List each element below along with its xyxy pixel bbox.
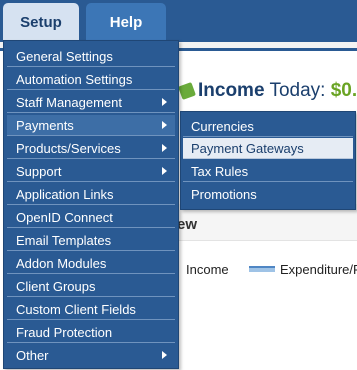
- menu-item-label: Other: [16, 348, 49, 363]
- menu-item-fraud-protection[interactable]: Fraud Protection: [7, 322, 175, 343]
- menu-item-label: OpenID Connect: [16, 209, 113, 225]
- submenu-item-payment-gateways[interactable]: Payment Gateways: [183, 138, 353, 159]
- menu-item-label: Staff Management: [16, 94, 122, 110]
- income-label: Income: [198, 80, 265, 101]
- chevron-right-icon: [162, 98, 167, 106]
- submenu-item-label: Tax Rules: [191, 163, 249, 179]
- menu-item-application-links[interactable]: Application Links: [7, 184, 175, 205]
- menu-item-automation-settings[interactable]: Automation Settings: [7, 69, 175, 90]
- submenu-item-label: Currencies: [191, 118, 254, 134]
- menu-item-staff-management[interactable]: Staff Management: [7, 92, 175, 113]
- menu-item-label: Client Groups: [16, 278, 96, 294]
- menu-item-addon-modules[interactable]: Addon Modules: [7, 253, 175, 274]
- legend-expenditure-swatch: [249, 266, 275, 272]
- menu-item-payments[interactable]: Payments: [7, 115, 175, 136]
- tab-setup[interactable]: Setup: [3, 3, 79, 42]
- payments-submenu: Currencies Payment Gateways Tax Rules Pr…: [180, 111, 356, 210]
- menu-item-client-groups[interactable]: Client Groups: [7, 276, 175, 297]
- legend-income-label: Income: [186, 262, 229, 277]
- menu-item-label: Support: [16, 163, 62, 179]
- submenu-item-promotions[interactable]: Promotions: [183, 184, 353, 205]
- submenu-item-label: Payment Gateways: [191, 140, 304, 156]
- chevron-right-icon: [162, 351, 167, 359]
- chevron-right-icon: [162, 121, 167, 129]
- menu-item-general-settings[interactable]: General Settings: [7, 46, 175, 67]
- menu-item-other[interactable]: Other: [7, 345, 175, 366]
- income-amount: $0.0: [330, 80, 357, 101]
- submenu-item-label: Promotions: [191, 187, 257, 202]
- tab-help[interactable]: Help: [86, 3, 166, 42]
- menu-item-email-templates[interactable]: Email Templates: [7, 230, 175, 251]
- menu-item-label: Products/Services: [16, 140, 121, 156]
- menu-item-label: Payments: [16, 117, 74, 133]
- menu-item-custom-client-fields[interactable]: Custom Client Fields: [7, 299, 175, 320]
- chevron-right-icon: [162, 167, 167, 175]
- setup-dropdown-menu: General Settings Automation Settings Sta…: [3, 40, 179, 369]
- income-heading: Income Today: $0.0: [198, 80, 357, 102]
- top-navbar: Setup Help: [0, 0, 357, 42]
- menu-item-openid-connect[interactable]: OpenID Connect: [7, 207, 175, 228]
- menu-item-products-services[interactable]: Products/Services: [7, 138, 175, 159]
- overview-panel-title: ew: [177, 216, 198, 233]
- chevron-right-icon: [162, 144, 167, 152]
- submenu-item-currencies[interactable]: Currencies: [183, 116, 353, 137]
- menu-item-support[interactable]: Support: [7, 161, 175, 182]
- menu-item-label: General Settings: [16, 48, 113, 64]
- legend-expenditure-label: Expenditure/P: [280, 262, 357, 277]
- submenu-item-tax-rules[interactable]: Tax Rules: [183, 161, 353, 182]
- menu-item-label: Application Links: [16, 186, 114, 202]
- menu-item-label: Addon Modules: [16, 255, 107, 271]
- menu-item-label: Fraud Protection: [16, 324, 113, 340]
- menu-item-label: Email Templates: [16, 232, 112, 248]
- menu-item-label: Automation Settings: [16, 71, 133, 87]
- income-today-label: Today:: [269, 80, 326, 101]
- menu-item-label: Custom Client Fields: [16, 301, 136, 317]
